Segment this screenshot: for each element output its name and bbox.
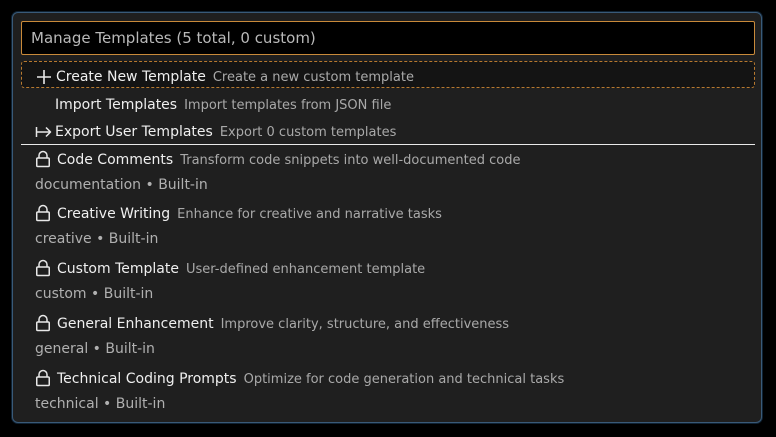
template-detail: documentation • Built-in	[35, 177, 208, 193]
template-label: Custom Template	[57, 261, 179, 277]
quick-pick-input[interactable]: Manage Templates (5 total, 0 custom)	[21, 21, 755, 55]
lock-icon	[35, 200, 57, 226]
template-label: General Enhancement	[57, 316, 214, 332]
template-detail: general • Built-in	[35, 341, 155, 357]
template-item[interactable]: General Enhancement Improve clarity, stru…	[21, 310, 755, 362]
quick-pick-panel: Manage Templates (5 total, 0 custom) Cre…	[12, 12, 762, 423]
template-detail: custom • Built-in	[35, 286, 154, 302]
lock-icon	[35, 310, 57, 336]
template-item[interactable]: Creative Writing Enhance for creative and…	[21, 200, 755, 252]
template-label: Technical Coding Prompts	[57, 371, 237, 387]
item-label: Import Templates	[55, 97, 178, 113]
export-user-templates-item[interactable]: Export User Templates Export 0 custom tem…	[21, 117, 755, 144]
lock-icon	[35, 365, 57, 391]
item-label: Create New Template	[56, 69, 206, 85]
template-label: Creative Writing	[57, 206, 171, 222]
item-description: Import templates from JSON file	[184, 98, 392, 113]
template-item[interactable]: Technical Coding Prompts Optimize for cod…	[21, 365, 755, 417]
arrow-right-bar-icon	[35, 117, 55, 144]
item-description: Create a new custom template	[212, 70, 414, 85]
lock-icon	[35, 146, 57, 172]
template-description: User-defined enhancement template	[185, 262, 426, 277]
template-label: Code Comments	[57, 152, 174, 168]
template-description: Optimize for code generation and technic…	[243, 372, 565, 387]
import-templates-item[interactable]: Import Templates Import templates from JS…	[21, 90, 755, 117]
item-description: Export 0 custom templates	[219, 125, 397, 140]
template-description: Enhance for creative and narrative tasks	[177, 207, 442, 222]
create-new-template-item[interactable]: Create New Template Create a new custom t…	[21, 61, 755, 88]
template-description: Transform code snippets into well-docume…	[180, 153, 521, 168]
item-label: Export User Templates	[55, 124, 213, 140]
separator	[21, 144, 755, 145]
lock-icon	[35, 255, 57, 281]
template-detail: technical • Built-in	[35, 396, 166, 412]
template-detail: creative • Built-in	[35, 231, 159, 247]
template-description: Improve clarity, structure, and effectiv…	[220, 317, 510, 332]
template-item[interactable]: Code Comments Transform code snippets int…	[21, 146, 755, 198]
plus-icon	[36, 62, 56, 89]
template-item[interactable]: Custom Template User-defined enhancement …	[21, 255, 755, 307]
